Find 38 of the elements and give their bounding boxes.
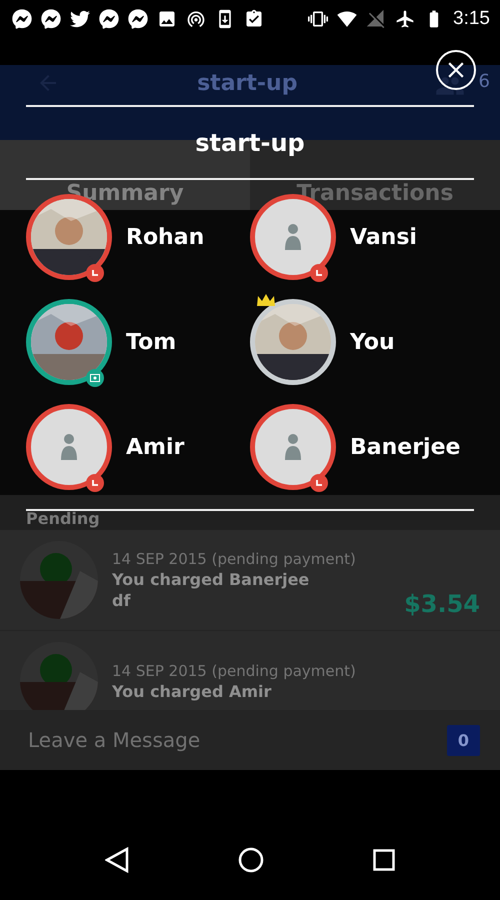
clipboard-check-icon [244, 9, 264, 29]
person-icon [285, 224, 301, 250]
member-name: Vansi [350, 224, 417, 250]
item-title: You charged Banerjee [112, 570, 310, 589]
image-icon [157, 9, 177, 29]
member-name: Tom [126, 330, 176, 354]
member-name: Banerjee [350, 434, 460, 460]
messenger-icon [99, 9, 119, 29]
member-name: Amir [126, 434, 184, 460]
dialog-title: start-up [195, 128, 305, 156]
recents-icon[interactable] [373, 849, 396, 871]
messenger-icon [41, 9, 61, 29]
airplane-icon [395, 9, 416, 29]
member-count: 6 [478, 71, 490, 92]
messenger-icon [128, 9, 148, 29]
person-icon [285, 434, 301, 460]
hotspot-icon [186, 9, 206, 29]
clock-time: 3:15 [453, 8, 490, 30]
item-date: 14 SEP 2015 (pending payment) [112, 550, 357, 568]
item-amount: $3.54 [404, 590, 480, 618]
item-title: You charged Amir [112, 682, 272, 700]
app-title: start-up [196, 71, 298, 96]
close-button[interactable] [436, 50, 476, 90]
bird-icon [70, 9, 90, 29]
wifi-icon [337, 9, 358, 29]
home-icon[interactable] [238, 847, 264, 873]
item-note: df [112, 591, 132, 610]
back-icon[interactable] [104, 847, 129, 873]
item-date: 14 SEP 2015 (pending payment) [112, 662, 357, 680]
message-input[interactable]: Leave a Message [26, 727, 437, 753]
member-name: Rohan [126, 224, 204, 250]
messenger-icon [12, 9, 32, 29]
no-signal-icon [366, 9, 386, 29]
message-count-badge[interactable]: 0 [446, 724, 480, 756]
member-name: You [350, 330, 395, 354]
section-heading: Pending [26, 509, 100, 528]
person-icon [61, 434, 77, 460]
vibrate-icon [308, 9, 328, 29]
